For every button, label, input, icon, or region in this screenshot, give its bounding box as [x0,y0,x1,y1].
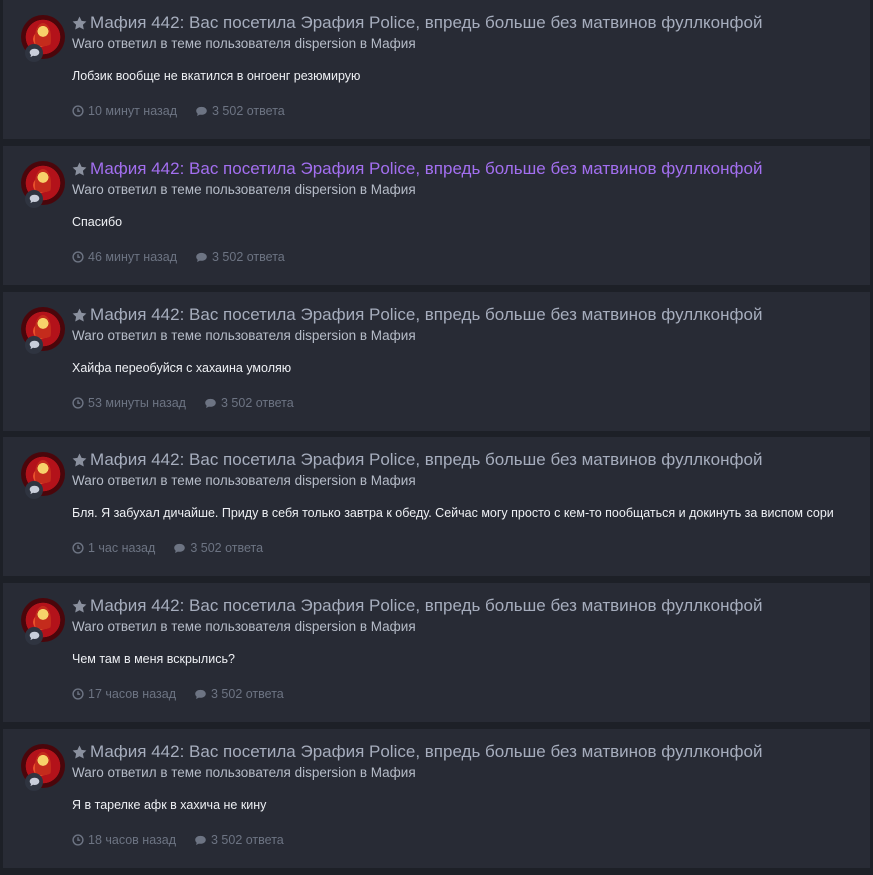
comment-type-badge [25,190,43,208]
title-row: Мафия 442: Вас посетила Эрафия Police, в… [72,159,762,179]
star-icon [72,308,87,322]
activity-summary: Waro ответил в теме пользователя dispers… [72,328,416,343]
comment-icon [29,340,39,350]
reply-count: 3 502 ответа [204,396,294,410]
post-snippet: Лобзик вообще не вкатился в онгоенг резю… [72,69,361,83]
star-icon [72,745,87,759]
topic-title-link[interactable]: Мафия 442: Вас посетила Эрафия Police, в… [90,305,762,325]
timestamp: 18 часов назад [72,833,176,847]
star-icon [72,453,87,467]
activity-summary: Waro ответил в теме пользователя dispers… [72,765,416,780]
reply-count: 3 502 ответа [173,541,263,555]
activity-item: Мафия 442: Вас посетила Эрафия Police, в… [3,583,870,722]
clock-icon [72,542,84,554]
comment-type-badge [25,481,43,499]
reply-count-text: 3 502 ответа [211,833,284,847]
reply-count-text: 3 502 ответа [212,104,285,118]
comment-icon [196,106,207,116]
post-snippet: Спасибо [72,215,123,229]
activity-summary: Waro ответил в теме пользователя dispers… [72,473,416,488]
timestamp: 1 час назад [72,541,155,555]
activity-item: Мафия 442: Вас посетила Эрафия Police, в… [3,0,870,139]
comment-icon [29,485,39,495]
star-icon [72,16,87,30]
timestamp: 17 часов назад [72,687,176,701]
post-snippet: Чем там в меня вскрылись? [72,652,235,666]
reply-count: 3 502 ответа [194,687,284,701]
title-row: Мафия 442: Вас посетила Эрафия Police, в… [72,13,762,33]
clock-icon [72,397,84,409]
comment-icon [196,252,207,262]
activity-summary: Waro ответил в теме пользователя dispers… [72,36,416,51]
activity-summary: Waro ответил в теме пользователя dispers… [72,619,416,634]
post-snippet: Я в тарелке афк в хахича не кину [72,798,267,812]
activity-meta: 46 минут назад 3 502 ответа [72,250,285,264]
timestamp: 10 минут назад [72,104,177,118]
topic-title-link[interactable]: Мафия 442: Вас посетила Эрафия Police, в… [90,742,762,762]
clock-icon [72,251,84,263]
activity-feed: Мафия 442: Вас посетила Эрафия Police, в… [0,0,873,875]
title-row: Мафия 442: Вас посетила Эрафия Police, в… [72,450,762,470]
comment-type-badge [25,773,43,791]
timestamp-text[interactable]: 10 минут назад [88,104,177,118]
comment-icon [195,689,206,699]
timestamp-text[interactable]: 53 минуты назад [88,396,186,410]
activity-item: Мафия 442: Вас посетила Эрафия Police, в… [3,437,870,576]
comment-icon [195,835,206,845]
comment-icon [174,543,186,553]
post-snippet: Бля. Я забухал дичайше. Приду в себя тол… [72,506,834,520]
reply-count: 3 502 ответа [195,250,285,264]
reply-count-text: 3 502 ответа [211,687,284,701]
reply-count-text: 3 502 ответа [190,541,264,555]
topic-title-link[interactable]: Мафия 442: Вас посетила Эрафия Police, в… [90,13,762,33]
reply-count: 3 502 ответа [194,833,284,847]
clock-icon [72,834,84,846]
title-row: Мафия 442: Вас посетила Эрафия Police, в… [72,742,762,762]
timestamp-text[interactable]: 46 минут назад [88,250,177,264]
comment-icon [29,48,39,58]
activity-meta: 18 часов назад 3 502 ответа [72,833,284,847]
activity-item: Мафия 442: Вас посетила Эрафия Police, в… [3,146,870,285]
star-icon [72,162,87,176]
post-snippet: Хайфа переобуйся с хахаина умоляю [72,361,292,375]
comment-type-badge [25,336,43,354]
comment-icon [29,194,39,204]
comment-icon [29,631,39,641]
activity-meta: 10 минут назад 3 502 ответа [72,104,285,118]
clock-icon [72,688,84,700]
topic-title-link[interactable]: Мафия 442: Вас посетила Эрафия Police, в… [90,596,762,616]
activity-item: Мафия 442: Вас посетила Эрафия Police, в… [3,729,870,868]
timestamp: 53 минуты назад [72,396,186,410]
comment-icon [205,398,216,408]
clock-icon [72,105,84,117]
timestamp-text[interactable]: 1 час назад [88,541,155,555]
reply-count-text: 3 502 ответа [212,250,285,264]
topic-title-link[interactable]: Мафия 442: Вас посетила Эрафия Police, в… [90,159,762,179]
timestamp: 46 минут назад [72,250,177,264]
comment-type-badge [25,44,43,62]
activity-item: Мафия 442: Вас посетила Эрафия Police, в… [3,292,870,431]
activity-meta: 17 часов назад 3 502 ответа [72,687,284,701]
title-row: Мафия 442: Вас посетила Эрафия Police, в… [72,596,762,616]
reply-count-text: 3 502 ответа [220,396,294,410]
topic-title-link[interactable]: Мафия 442: Вас посетила Эрафия Police, в… [90,450,762,470]
comment-type-badge [25,627,43,645]
activity-summary: Waro ответил в теме пользователя dispers… [72,182,416,197]
activity-meta: 53 минуты назад 3 502 ответа [72,396,294,410]
timestamp-text[interactable]: 18 часов назад [88,833,176,847]
title-row: Мафия 442: Вас посетила Эрафия Police, в… [72,305,762,325]
star-icon [72,599,87,613]
activity-meta: 1 час назад 3 502 ответа [72,541,263,555]
reply-count: 3 502 ответа [195,104,285,118]
comment-icon [29,777,39,787]
timestamp-text[interactable]: 17 часов назад [88,687,176,701]
